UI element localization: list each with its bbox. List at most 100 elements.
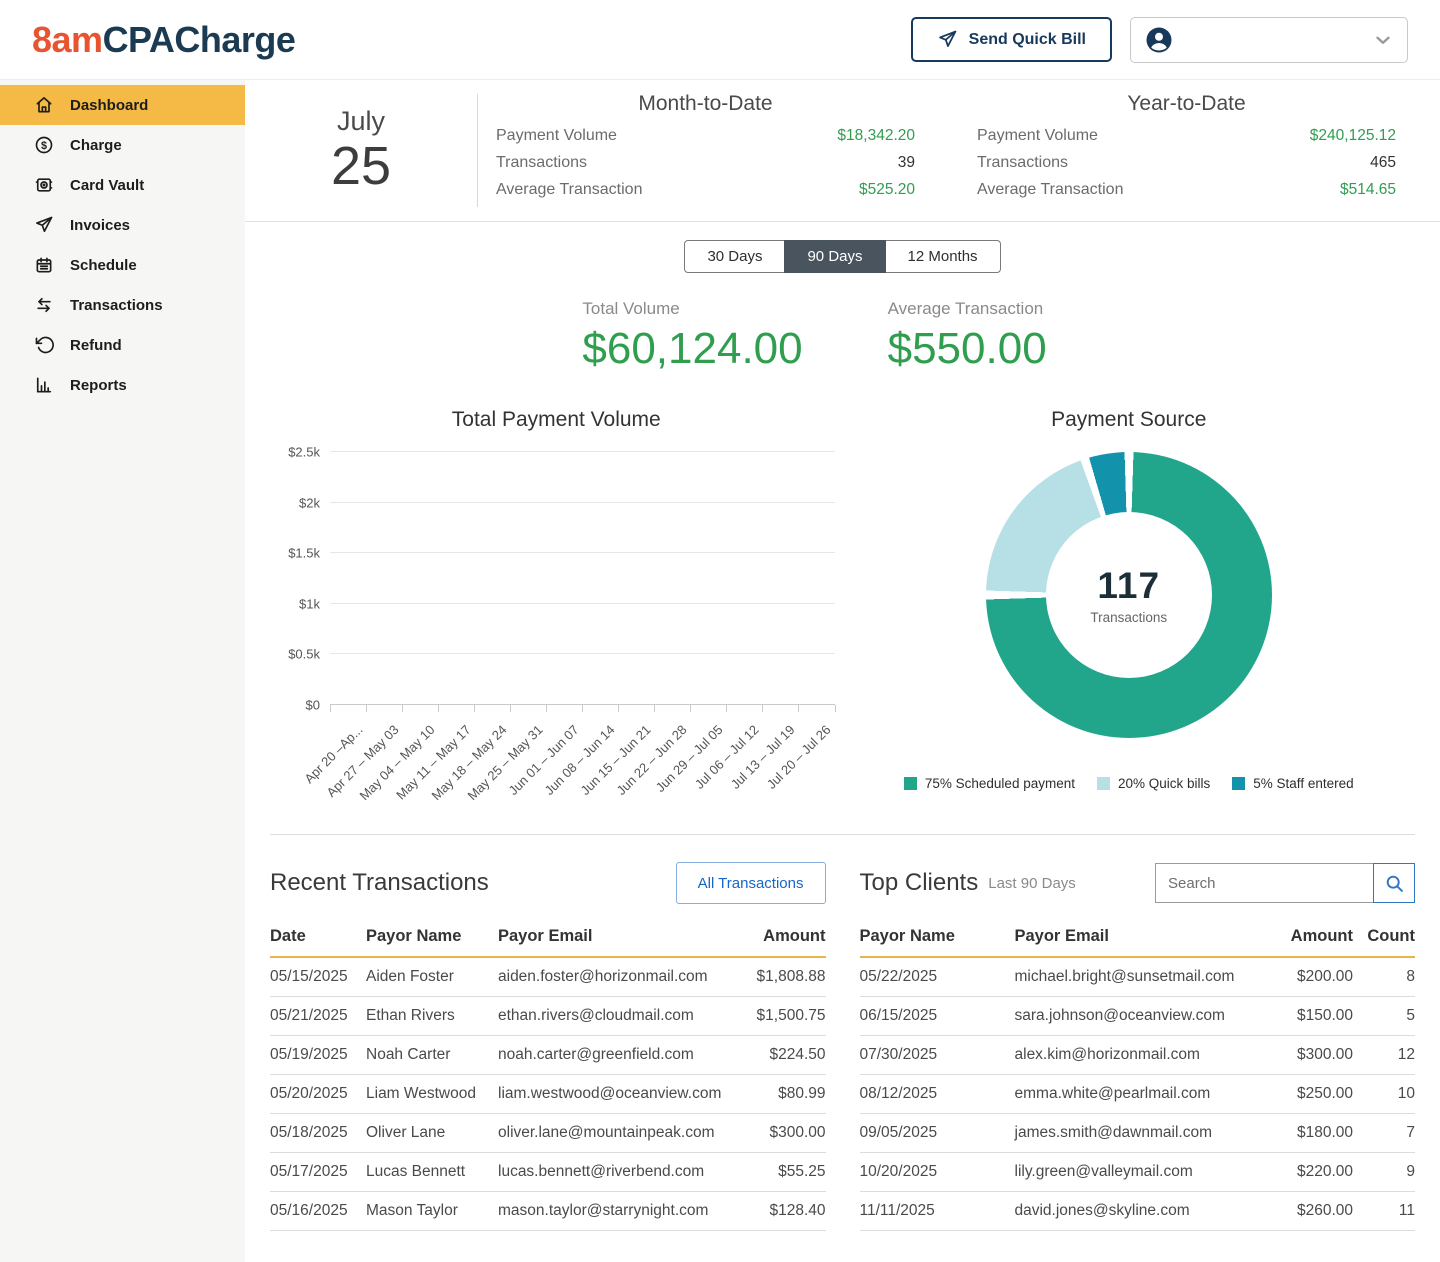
- section-divider: [270, 834, 1415, 835]
- table-cell: $250.00: [1258, 1075, 1353, 1114]
- table-row[interactable]: 08/12/2025emma.white@pearlmail.com$250.0…: [860, 1075, 1416, 1114]
- x-axis-tick: [582, 705, 583, 712]
- column-header: Payor Email: [1015, 921, 1259, 957]
- table-cell: 07/30/2025: [860, 1036, 1015, 1075]
- table-cell: alex.kim@horizonmail.com: [1015, 1036, 1259, 1075]
- table-cell: liam.westwood@oceanview.com: [498, 1075, 731, 1114]
- recent-transactions-table: Date Payor Name Payor Email Amount 05/15…: [270, 921, 826, 1231]
- sidebar-item-dashboard[interactable]: Dashboard: [0, 85, 245, 125]
- table-row[interactable]: 05/19/2025Noah Carternoah.carter@greenfi…: [270, 1036, 826, 1075]
- tab-90-days[interactable]: 90 Days: [784, 240, 885, 273]
- sidebar-item-card-vault[interactable]: Card Vault: [0, 165, 245, 205]
- calendar-icon: [34, 255, 54, 275]
- table-cell: noah.carter@greenfield.com: [498, 1036, 731, 1075]
- table-cell: 05/15/2025: [270, 957, 366, 997]
- search-input[interactable]: [1155, 863, 1374, 903]
- sidebar-item-reports[interactable]: Reports: [0, 365, 245, 405]
- all-transactions-button[interactable]: All Transactions: [676, 862, 826, 904]
- table-cell: 8: [1353, 957, 1415, 997]
- send-quick-bill-button[interactable]: Send Quick Bill: [911, 17, 1112, 62]
- y-axis-tick-label: $1k: [299, 596, 320, 611]
- search-button[interactable]: [1373, 863, 1415, 903]
- chevron-down-icon: [1372, 29, 1394, 51]
- table-cell: ethan.rivers@cloudmail.com: [498, 997, 731, 1036]
- table-cell: Oliver Lane: [366, 1114, 498, 1153]
- table-cell: Aiden Foster: [366, 957, 498, 997]
- sidebar-item-label: Dashboard: [70, 97, 148, 114]
- legend-swatch: [1232, 777, 1245, 790]
- send-quick-bill-label: Send Quick Bill: [969, 31, 1086, 49]
- stat-label: Payment Volume: [977, 127, 1098, 145]
- table-header-row: Payor Name Payor Email Amount Count: [860, 921, 1416, 957]
- table-row[interactable]: 05/18/2025Oliver Laneoliver.lane@mountai…: [270, 1114, 826, 1153]
- table-cell: $260.00: [1258, 1192, 1353, 1231]
- tab-12-months[interactable]: 12 Months: [885, 240, 1001, 273]
- legend-swatch: [904, 777, 917, 790]
- table-cell: $180.00: [1258, 1114, 1353, 1153]
- mtd-title: Month-to-Date: [496, 92, 915, 116]
- stat-value: 465: [1370, 154, 1396, 172]
- donut-chart-panel: Payment Source 117 Transactions 75% Sche…: [843, 408, 1416, 802]
- table-cell: lucas.bennett@riverbend.com: [498, 1153, 731, 1192]
- legend-label: 20% Quick bills: [1118, 776, 1210, 791]
- paper-plane-icon: [937, 29, 958, 50]
- x-axis-tick: [402, 705, 403, 712]
- sidebar-item-transactions[interactable]: Transactions: [0, 285, 245, 325]
- legend-label: 75% Scheduled payment: [925, 776, 1075, 791]
- donut-chart-title: Payment Source: [843, 408, 1416, 432]
- table-row[interactable]: 09/05/2025james.smith@dawnmail.com$180.0…: [860, 1114, 1416, 1153]
- table-cell: $300.00: [731, 1114, 826, 1153]
- tables-section: Recent Transactions All Transactions Dat…: [245, 861, 1440, 1231]
- sidebar-item-refund[interactable]: Refund: [0, 325, 245, 365]
- tab-30-days[interactable]: 30 Days: [684, 240, 785, 273]
- table-row[interactable]: 05/21/2025Ethan Riversethan.rivers@cloud…: [270, 997, 826, 1036]
- table-cell: Ethan Rivers: [366, 997, 498, 1036]
- search-icon: [1384, 873, 1405, 894]
- table-cell: sara.johnson@oceanview.com: [1015, 997, 1259, 1036]
- average-transaction-label: Average Transaction: [888, 299, 1103, 319]
- table-row[interactable]: 05/22/2025michael.bright@sunsetmail.com$…: [860, 957, 1416, 997]
- undo-icon: [34, 335, 54, 355]
- average-transaction-block: Average Transaction $550.00: [888, 299, 1103, 374]
- table-row[interactable]: 10/20/2025lily.green@valleymail.com$220.…: [860, 1153, 1416, 1192]
- table-cell: 05/16/2025: [270, 1192, 366, 1231]
- sidebar-item-schedule[interactable]: Schedule: [0, 245, 245, 285]
- table-row[interactable]: 11/11/2025david.jones@skyline.com$260.00…: [860, 1192, 1416, 1231]
- bar-plot: $0$0.5k$1k$1.5k$2k$2.5k: [330, 452, 835, 705]
- user-menu-dropdown[interactable]: [1130, 17, 1408, 63]
- paper-plane-icon: [34, 215, 54, 235]
- date-block: July 25: [245, 80, 477, 221]
- app-header: 8amCPACharge Send Quick Bill: [0, 0, 1440, 80]
- table-cell: 09/05/2025: [860, 1114, 1015, 1153]
- top-clients-subtitle: Last 90 Days: [988, 875, 1076, 892]
- stat-value: $514.65: [1340, 181, 1396, 199]
- y-axis-tick-label: $0: [306, 698, 320, 713]
- column-header: Amount: [1258, 921, 1353, 957]
- top-clients-panel: Top Clients Last 90 Days Payor Name Payo…: [860, 861, 1416, 1231]
- table-cell: $300.00: [1258, 1036, 1353, 1075]
- stat-label: Payment Volume: [496, 127, 617, 145]
- recent-transactions-panel: Recent Transactions All Transactions Dat…: [270, 861, 826, 1231]
- sidebar-item-label: Reports: [70, 377, 127, 394]
- table-row[interactable]: 07/30/2025alex.kim@horizonmail.com$300.0…: [860, 1036, 1416, 1075]
- table-cell: oliver.lane@mountainpeak.com: [498, 1114, 731, 1153]
- period-tabs: 30 Days 90 Days 12 Months: [245, 240, 1440, 273]
- year-to-date-stats: Year-to-Date Payment Volume$240,125.12 T…: [959, 80, 1440, 221]
- table-row[interactable]: 05/20/2025Liam Westwoodliam.westwood@oce…: [270, 1075, 826, 1114]
- sidebar-item-charge[interactable]: $ Charge: [0, 125, 245, 165]
- sidebar-item-label: Card Vault: [70, 177, 144, 194]
- sidebar-item-invoices[interactable]: Invoices: [0, 205, 245, 245]
- table-cell: 10/20/2025: [860, 1153, 1015, 1192]
- table-cell: james.smith@dawnmail.com: [1015, 1114, 1259, 1153]
- table-cell: 06/15/2025: [860, 997, 1015, 1036]
- stat-value: 39: [898, 154, 915, 172]
- summary-stats: Total Volume $60,124.00 Average Transact…: [245, 299, 1440, 374]
- table-row[interactable]: 05/15/2025Aiden Fosteraiden.foster@horiz…: [270, 957, 826, 997]
- top-clients-title: Top Clients: [860, 869, 979, 897]
- table-row[interactable]: 06/15/2025sara.johnson@oceanview.com$150…: [860, 997, 1416, 1036]
- x-axis-tick: [330, 705, 331, 712]
- table-cell: 9: [1353, 1153, 1415, 1192]
- table-row[interactable]: 05/16/2025Mason Taylormason.taylor@starr…: [270, 1192, 826, 1231]
- dollar-circle-icon: $: [34, 135, 54, 155]
- table-row[interactable]: 05/17/2025Lucas Bennettlucas.bennett@riv…: [270, 1153, 826, 1192]
